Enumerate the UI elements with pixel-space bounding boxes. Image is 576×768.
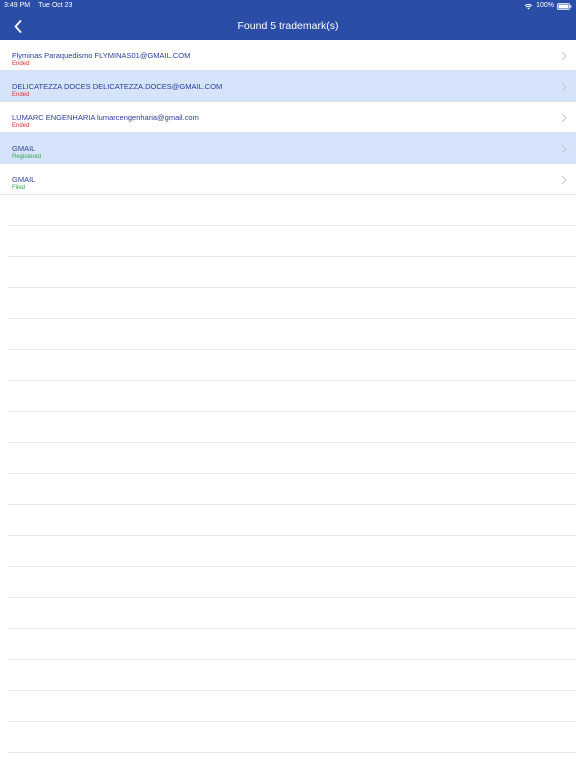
empty-row [8,195,576,226]
list-item[interactable]: GMAIL Registered [0,133,576,164]
chevron-right-icon [561,51,567,61]
empty-row [8,381,576,412]
trademark-status: Ended [12,123,30,129]
battery-percent: 100% [536,2,554,9]
empty-row [8,288,576,319]
trademark-title: GMAIL [12,144,36,153]
chevron-right-icon [561,82,567,92]
status-right: 100% [524,0,572,12]
empty-row [8,443,576,474]
trademark-status: Ended [12,92,30,98]
chevron-right-icon [561,175,567,185]
trademark-status: Filed [12,185,26,191]
wifi-icon [524,3,533,10]
empty-row [8,474,576,505]
empty-row [8,629,576,660]
list-item[interactable]: DELICATEZZA DOCES DELICATEZZA.DOCES@GMAI… [0,71,576,102]
list-item[interactable]: Flyminas Paraquedismo FLYMINAS01@GMAIL.C… [0,40,576,71]
empty-row [8,722,576,753]
empty-row [8,567,576,598]
empty-row [8,660,576,691]
results-list: Flyminas Paraquedismo FLYMINAS01@GMAIL.C… [0,40,576,195]
list-item[interactable]: LUMARC ENGENHARIA lumarcengenharia@gmail… [0,102,576,133]
empty-row [8,505,576,536]
empty-row [8,350,576,381]
status-time: 3:49 PM [4,2,31,9]
empty-row [8,226,576,257]
navigation-bar: Found 5 trademark(s) [0,12,576,40]
status-date: Tue Oct 23 [38,2,73,9]
trademark-status: Registered [12,154,42,160]
chevron-right-icon [561,144,567,154]
list-item[interactable]: GMAIL Filed [0,164,576,195]
status-bar: 3:49 PM Tue Oct 23 100% [0,0,576,12]
trademark-status: Ended [12,61,30,67]
empty-row [8,536,576,567]
empty-row [8,257,576,288]
empty-row [8,691,576,722]
chevron-right-icon [561,113,567,123]
battery-icon [557,2,572,10]
empty-rows [0,195,576,753]
page-title: Found 5 trademark(s) [237,20,339,32]
trademark-title: LUMARC ENGENHARIA lumarcengenharia@gmail… [12,113,199,122]
status-left: 3:49 PM Tue Oct 23 [4,0,72,12]
trademark-title: Flyminas Paraquedismo FLYMINAS01@GMAIL.C… [12,51,191,60]
empty-row [8,319,576,350]
trademark-title: DELICATEZZA DOCES DELICATEZZA.DOCES@GMAI… [12,82,223,91]
empty-row [8,598,576,629]
empty-row [8,412,576,443]
trademark-title: GMAIL [12,175,36,184]
